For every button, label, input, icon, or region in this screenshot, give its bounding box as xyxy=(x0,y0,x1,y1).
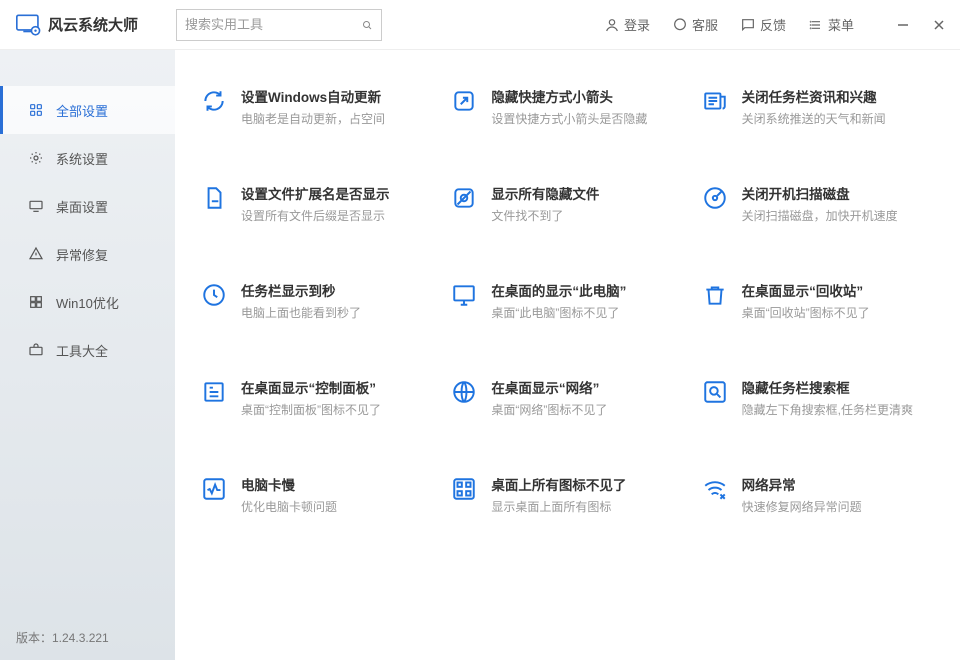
show-network-icon xyxy=(449,377,479,407)
card-desc: 设置快捷方式小箭头是否隐藏 xyxy=(491,110,647,127)
window-controls xyxy=(894,16,948,34)
sidebar-item-repair[interactable]: 异常修复 xyxy=(0,230,175,278)
slow-pc-icon xyxy=(199,474,229,504)
card-title: 电脑卡慢 xyxy=(241,474,337,494)
sidebar-item-all-settings[interactable]: 全部设置 xyxy=(0,86,175,134)
sidebar-item-win10-optimize[interactable]: Win10优化 xyxy=(0,278,175,326)
tool-card-network-issue[interactable]: 网络异常快速修复网络异常问题 xyxy=(700,474,936,515)
tool-card-show-network[interactable]: 在桌面显示“网络” 桌面“网络”图标不见了 xyxy=(449,377,685,418)
sidebar-item-toolbox[interactable]: 工具大全 xyxy=(0,326,175,374)
sidebar-item-system-settings[interactable]: 系统设置 xyxy=(0,134,175,182)
version-label: 版本：1.24.3.221 xyxy=(0,615,175,660)
app-window: 风云系统大师 登录 客服 反馈 菜单 xyxy=(0,0,960,660)
card-title: 关闭开机扫描磁盘 xyxy=(742,183,898,203)
card-desc: 文件找不到了 xyxy=(491,207,599,224)
desktop-icon xyxy=(28,198,44,214)
sidebar: 全部设置 系统设置 桌面设置 异常修复 Win10优化 工具大全 xyxy=(0,50,175,660)
card-desc: 电脑老是自动更新，占空间 xyxy=(241,110,385,127)
search-icon[interactable] xyxy=(361,17,373,33)
logo-icon xyxy=(16,14,42,36)
show-control-panel-icon xyxy=(199,377,229,407)
tool-card-show-this-pc[interactable]: 在桌面的显示“此电脑” 桌面“此电脑”图标不见了 xyxy=(449,280,685,321)
tool-card-windows-update[interactable]: 设置Windows自动更新电脑老是自动更新，占空间 xyxy=(199,86,435,127)
app-logo: 风云系统大师 xyxy=(16,14,176,36)
tool-card-file-extension[interactable]: 设置文件扩展名是否显示设置所有文件后缀是否显示 xyxy=(199,183,435,224)
card-desc: 桌面“回收站”图标不见了 xyxy=(742,304,870,321)
tool-card-slow-pc[interactable]: 电脑卡慢优化电脑卡顿问题 xyxy=(199,474,435,515)
tool-card-show-hidden-files[interactable]: 显示所有隐藏文件文件找不到了 xyxy=(449,183,685,224)
windows-update-icon xyxy=(199,86,229,116)
main-content: 设置Windows自动更新电脑老是自动更新，占空间隐藏快捷方式小箭头设置快捷方式… xyxy=(175,50,960,660)
chat-icon xyxy=(672,17,688,33)
card-desc: 隐藏左下角搜索框,任务栏更清爽 xyxy=(742,401,913,418)
disable-boot-scan-icon xyxy=(700,183,730,213)
feedback-icon xyxy=(740,17,756,33)
login-button[interactable]: 登录 xyxy=(604,15,650,34)
hide-shortcut-arrow-icon xyxy=(449,86,479,116)
tool-card-desktop-icons-missing[interactable]: 桌面上所有图标不见了显示桌面上面所有图标 xyxy=(449,474,685,515)
minimize-button[interactable] xyxy=(894,16,912,34)
card-title: 桌面上所有图标不见了 xyxy=(491,474,626,494)
search-box[interactable] xyxy=(176,9,382,41)
taskbar-seconds-icon xyxy=(199,280,229,310)
card-title: 设置文件扩展名是否显示 xyxy=(241,183,390,203)
gear-icon xyxy=(28,150,44,166)
card-title: 设置Windows自动更新 xyxy=(241,86,385,106)
card-desc: 关闭系统推送的天气和新闻 xyxy=(742,110,886,127)
card-title: 在桌面显示“控制面板” xyxy=(241,377,381,397)
show-this-pc-icon xyxy=(449,280,479,310)
toolbox-icon xyxy=(28,342,44,358)
tool-card-hide-taskbar-search[interactable]: 隐藏任务栏搜索框隐藏左下角搜索框,任务栏更清爽 xyxy=(700,377,936,418)
tool-card-taskbar-seconds[interactable]: 任务栏显示到秒电脑上面也能看到秒了 xyxy=(199,280,435,321)
apps-icon xyxy=(28,102,44,118)
user-icon xyxy=(604,17,620,33)
card-desc: 桌面“网络”图标不见了 xyxy=(491,401,607,418)
warning-icon xyxy=(28,246,44,262)
support-button[interactable]: 客服 xyxy=(672,15,718,34)
card-desc: 桌面“控制面板”图标不见了 xyxy=(241,401,381,418)
feedback-button[interactable]: 反馈 xyxy=(740,15,786,34)
tool-card-show-control-panel[interactable]: 在桌面显示“控制面板” 桌面“控制面板”图标不见了 xyxy=(199,377,435,418)
card-desc: 显示桌面上面所有图标 xyxy=(491,498,626,515)
card-desc: 关闭扫描磁盘，加快开机速度 xyxy=(742,207,898,224)
desktop-icons-missing-icon xyxy=(449,474,479,504)
card-desc: 电脑上面也能看到秒了 xyxy=(241,304,361,321)
disable-taskbar-news-icon xyxy=(700,86,730,116)
windows-icon xyxy=(28,294,44,310)
menu-icon xyxy=(808,17,824,33)
card-title: 隐藏任务栏搜索框 xyxy=(742,377,913,397)
card-title: 显示所有隐藏文件 xyxy=(491,183,599,203)
card-title: 网络异常 xyxy=(742,474,862,494)
tool-card-show-recycle-bin[interactable]: 在桌面显示“回收站” 桌面“回收站”图标不见了 xyxy=(700,280,936,321)
show-hidden-files-icon xyxy=(449,183,479,213)
card-title: 关闭任务栏资讯和兴趣 xyxy=(742,86,886,106)
card-title: 任务栏显示到秒 xyxy=(241,280,361,300)
card-desc: 优化电脑卡顿问题 xyxy=(241,498,337,515)
sidebar-item-desktop-settings[interactable]: 桌面设置 xyxy=(0,182,175,230)
card-desc: 快速修复网络异常问题 xyxy=(742,498,862,515)
app-name: 风云系统大师 xyxy=(48,14,138,35)
tool-card-disable-boot-scan[interactable]: 关闭开机扫描磁盘关闭扫描磁盘，加快开机速度 xyxy=(700,183,936,224)
card-title: 在桌面显示“网络” xyxy=(491,377,607,397)
card-desc: 设置所有文件后缀是否显示 xyxy=(241,207,390,224)
titlebar: 风云系统大师 登录 客服 反馈 菜单 xyxy=(0,0,960,50)
top-actions: 登录 客服 反馈 菜单 xyxy=(604,15,948,34)
close-button[interactable] xyxy=(930,16,948,34)
network-issue-icon xyxy=(700,474,730,504)
tool-card-hide-shortcut-arrow[interactable]: 隐藏快捷方式小箭头设置快捷方式小箭头是否隐藏 xyxy=(449,86,685,127)
file-extension-icon xyxy=(199,183,229,213)
menu-button[interactable]: 菜单 xyxy=(808,15,854,34)
tool-card-disable-taskbar-news[interactable]: 关闭任务栏资讯和兴趣关闭系统推送的天气和新闻 xyxy=(700,86,936,127)
card-desc: 桌面“此电脑”图标不见了 xyxy=(491,304,626,321)
card-title: 在桌面显示“回收站” xyxy=(742,280,870,300)
card-title: 在桌面的显示“此电脑” xyxy=(491,280,626,300)
card-title: 隐藏快捷方式小箭头 xyxy=(491,86,647,106)
hide-taskbar-search-icon xyxy=(700,377,730,407)
show-recycle-bin-icon xyxy=(700,280,730,310)
search-input[interactable] xyxy=(185,17,361,32)
